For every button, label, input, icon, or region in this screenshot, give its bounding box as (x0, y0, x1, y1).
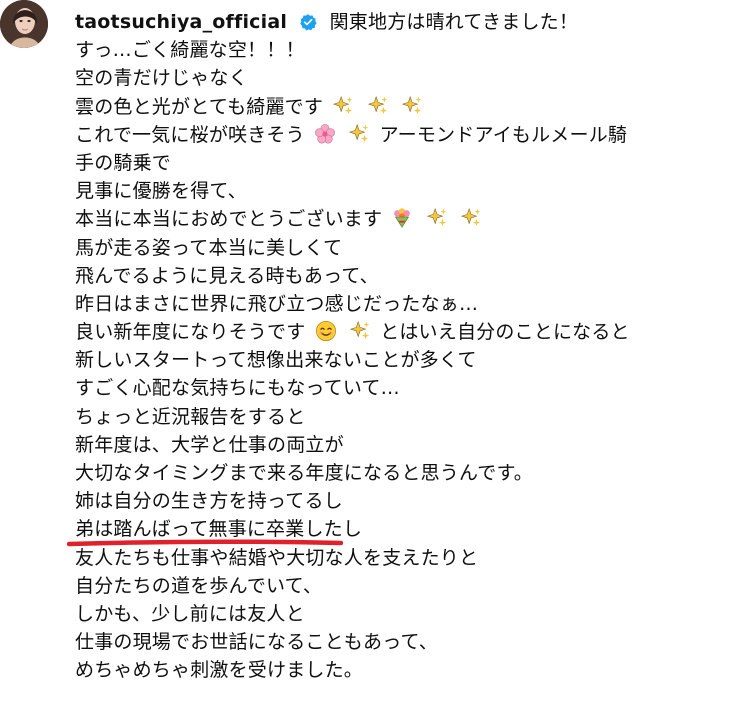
caption-line: 見事に優勝を得て、 (75, 180, 247, 203)
bouquet-icon (394, 208, 411, 229)
caption-line: 空の青だけじゃなく (75, 67, 248, 90)
caption-line: 大切なタイミングまで来る年度になると思うんです。 (75, 462, 533, 484)
caption-line: 新年度は、大学と仕事の両立が (75, 433, 344, 456)
caption-line: めちゃめちゃ刺激を受けました。 (75, 659, 364, 682)
caption-line: しかも、少し前には友人と (75, 602, 305, 625)
sparkles-icon (426, 208, 446, 227)
caption-line: 姉は自分の生き方を持ってるし (75, 490, 343, 513)
caption-line: 良い新年度になりそうです (75, 321, 306, 344)
caption-line: ちょっと近況報告をすると (75, 405, 306, 428)
sparkles-icon (349, 123, 369, 142)
caption-line: 新しいスタートって想像出来ないことが多くて (75, 349, 477, 372)
sparkles-icon (460, 208, 481, 227)
caption-line: 馬が走る姿って本当に美しくて (75, 236, 343, 259)
caption-line: 友人たちも仕事や結婚や大切な人を支えたりと (75, 546, 479, 569)
caption-line: 飛んでるように見える時もあって、 (75, 264, 379, 287)
caption-line: 弟は踏んばって無事に卒業したし (75, 518, 363, 541)
avatar-portrait-icon (0, 0, 48, 48)
post-caption: taotsuchiya_official 関東地方は晴れてきました！ すっ…ごく… (67, 8, 725, 685)
caption-header-line: taotsuchiya_official 関東地方は晴れてきました！ (75, 8, 725, 36)
sparkles-icon (367, 95, 387, 114)
highlighted-caption-line: 弟は踏んばって無事に卒業したし (67, 515, 725, 547)
caption-line-with-emoji: これで一気に桜が咲きそう アーモンドアイもルメール騎 (75, 121, 725, 149)
caption-line-with-emoji: 本当に本当におめでとうございます (75, 205, 725, 233)
username-link[interactable]: taotsuchiya_official (75, 11, 287, 33)
instagram-comment: taotsuchiya_official 関東地方は晴れてきました！ すっ…ごく… (0, 0, 734, 707)
caption-line-with-emoji: 雲の色と光がとても綺麗です (75, 93, 725, 121)
sparkles-icon (333, 95, 353, 114)
caption-line: アーモンドアイもルメール騎 (379, 123, 628, 146)
caption-line: 雲の色と光がとても綺麗です (75, 95, 324, 118)
caption-line: 自分たちの道を歩んでいて、 (75, 574, 323, 597)
sparkles-icon (401, 95, 422, 114)
caption-line: これで一気に桜が咲きそう (75, 123, 305, 146)
sparkles-icon (349, 321, 370, 340)
verified-badge-icon (300, 14, 317, 31)
cherry-blossom-icon (315, 123, 335, 144)
caption-line: 関東地方は晴れてきました！ (329, 11, 579, 33)
caption-line: 手の騎乗で (75, 151, 172, 174)
caption-line: とはいえ自分のことになると (380, 321, 630, 344)
avatar[interactable] (0, 0, 48, 48)
caption-line-with-emoji: 良い新年度になりそうです とはいえ自分のことになると (75, 318, 725, 346)
caption-line: すっ…ごく綺麗な空！！！ (75, 39, 305, 62)
caption-line: すごく心配な気持ちにもなっていて… (75, 377, 400, 400)
caption-line: 本当に本当におめでとうございます (75, 208, 383, 231)
caption-line: 仕事の現場でお世話になることもあって、 (75, 631, 438, 654)
smiling-face-icon (315, 321, 336, 342)
caption-line: 昨日はまさに世界に飛び立つ感じだったなぁ… (75, 292, 479, 315)
